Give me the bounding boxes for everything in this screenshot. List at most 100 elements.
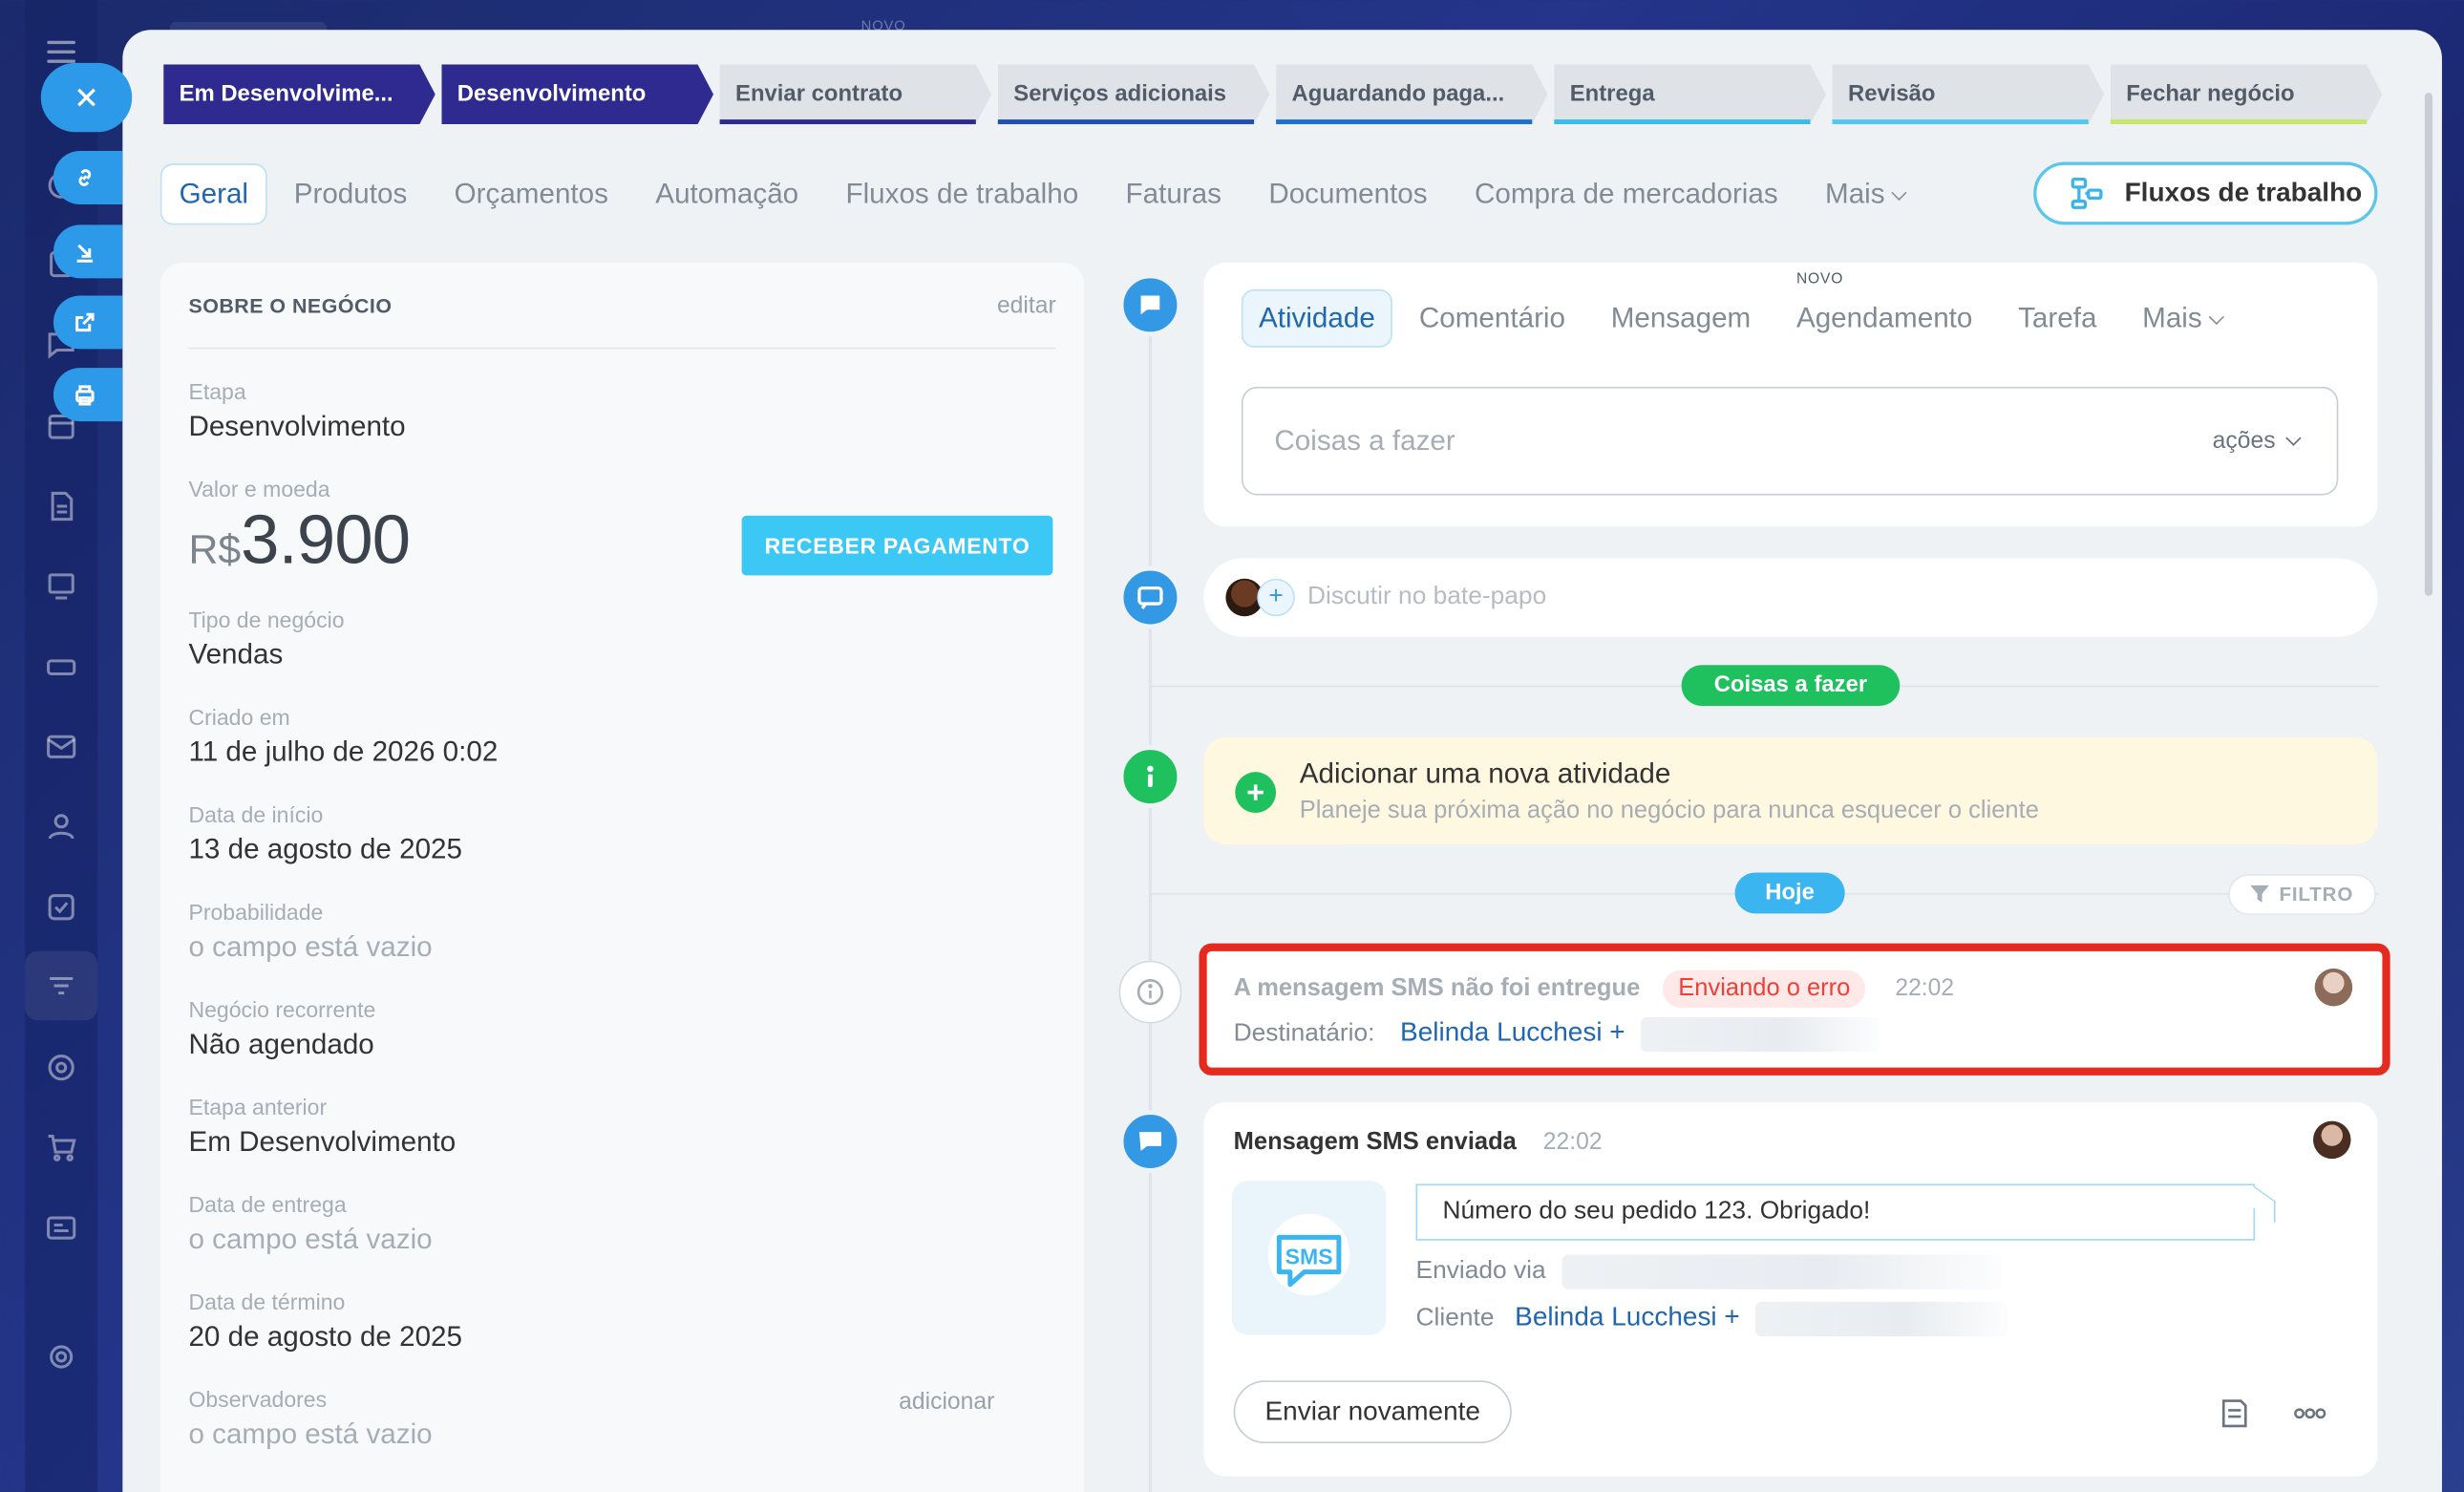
field-value[interactable]: Vendas [188,638,344,671]
receive-payment-button[interactable]: RECEBER PAGAMENTO [741,515,1053,576]
tab-produtos[interactable]: Produtos [294,177,408,210]
todo-input[interactable]: Coisas a fazer ações [1241,386,2339,496]
client-link[interactable]: Belinda Lucchesi + [1515,1302,1740,1333]
stage-item[interactable]: Em Desenvolvime... [163,64,435,124]
field-start: Data de início 13 de agosto de 2025 [188,801,462,865]
field-value[interactable]: 13 de agosto de 2025 [188,833,462,866]
add-observer-link[interactable]: adicionar [899,1388,994,1415]
actions-label: ações [2212,427,2276,455]
recipient-link[interactable]: Belinda Lucchesi + [1400,1017,1625,1049]
tab-fluxos[interactable]: Fluxos de trabalho [846,177,1079,210]
more-icon[interactable] [2293,1396,2327,1439]
sms-error-title: A mensagem SMS não foi entregue [1233,974,1641,1002]
board-icon[interactable] [41,566,82,607]
field-observers: Observadores o campo está vazio [188,1387,432,1451]
plus-icon[interactable] [1235,772,1277,813]
stage-item[interactable]: Serviços adicionais [997,64,1270,125]
sms-message: Número do seu pedido 123. Obrigado! [1415,1183,2256,1241]
sms-sent-title: Mensagem SMS enviada [1233,1128,1517,1156]
contacts-icon[interactable] [41,806,82,847]
tab-automacao[interactable]: Automação [655,177,798,210]
open-new-window-button[interactable] [53,295,123,350]
tab-mais-activity[interactable]: Mais [2142,301,2225,334]
bubble-tail [2253,1185,2276,1224]
field-label: Data de início [188,801,324,827]
mail-icon[interactable] [41,726,82,767]
field-label: Etapa anterior [188,1094,328,1119]
sms-sent-item: Mensagem SMS enviada 22:02 SMS Número do… [1203,1101,2378,1477]
copy-link-button[interactable] [53,151,123,204]
tab-compra[interactable]: Compra de mercadorias [1475,177,1778,210]
tab-mais[interactable]: Mais [1825,177,1908,210]
sms-logo-text: SMS [1285,1244,1333,1268]
info-icon [1118,745,1182,809]
target-icon[interactable] [41,1047,82,1088]
blurred-phone [1640,1016,1880,1053]
workflow-icon [2071,177,2103,209]
stage-item[interactable]: Enviar contrato [719,64,992,125]
stage-item[interactable]: Fechar negócio [2110,64,2383,125]
new-activity-title: Adicionar uma nova atividade [1299,757,1671,790]
field-label: Valor e moeda [188,476,330,502]
edit-link[interactable]: editar [997,292,1056,319]
stage-item[interactable]: Entrega [1554,64,1826,125]
cart-icon[interactable] [41,1127,82,1168]
drive-icon[interactable] [41,647,82,688]
site-icon[interactable] [41,1207,82,1248]
resend-button[interactable]: Enviar novamente [1233,1380,1512,1444]
tab-documentos[interactable]: Documentos [1268,177,1427,210]
checkbox-icon[interactable] [41,886,82,927]
field-value[interactable]: Não agendado [188,1028,375,1061]
tab-agendamento[interactable]: NOVO Agendamento [1796,269,1972,334]
info-circle-icon [1118,960,1182,1024]
field-previous-stage: Etapa anterior Em Desenvolvimento [188,1095,456,1159]
tab-tarefa[interactable]: Tarefa [2018,301,2096,334]
left-navigation [0,0,126,1492]
field-value[interactable]: Desenvolvimento [188,411,405,444]
tab-mais-label: Mais [1825,177,1885,209]
field-label: Data de término [188,1289,346,1315]
actions-dropdown[interactable]: ações [2212,427,2302,455]
stage-item[interactable]: Revisão [1832,64,2105,125]
field-probability: Probabilidade o campo está vazio [188,900,432,964]
sms-error-item[interactable]: A mensagem SMS não foi entregue Enviando… [1199,943,2390,1076]
tab-geral[interactable]: Geral [159,162,267,224]
about-title: SOBRE O NEGÓCIO [188,293,393,318]
add-participant-icon[interactable]: + [1257,578,1295,617]
filter-button[interactable]: FILTRO [2228,874,2376,915]
stage-item[interactable]: Aguardando paga... [1276,64,1548,125]
document-icon[interactable] [41,486,82,527]
field-value[interactable]: Em Desenvolvimento [188,1126,456,1160]
chat-discussion-bar[interactable]: + Discutir no bate-papo [1203,558,2378,637]
tab-mensagem[interactable]: Mensagem [1611,301,1752,334]
activity-editor: Atividade Comentário Mensagem NOVO Agenda… [1203,262,2378,527]
new-activity-card[interactable]: Adicionar uma nova atividade Planeje sua… [1203,736,2378,844]
chat-placeholder: Discutir no bate-papo [1306,583,1547,610]
close-slider-button[interactable] [40,62,133,133]
workflows-button[interactable]: Fluxos de trabalho [2033,161,2378,225]
tab-comentario[interactable]: Comentário [1419,301,1565,334]
field-value[interactable]: 11 de julho de 2026 0:02 [188,735,498,769]
amount-value[interactable]: R$ 3.900 [188,501,411,580]
todo-placeholder: Coisas a fazer [1274,424,1455,457]
deal-tabs: Geral Produtos Orçamentos Automação Flux… [159,162,1953,225]
field-value[interactable]: 20 de agosto de 2025 [188,1321,462,1354]
stage-item[interactable]: Desenvolvimento [441,64,713,124]
menu-icon[interactable] [47,40,75,63]
crm-icon[interactable] [25,950,98,1021]
field-value[interactable]: o campo está vazio [188,930,432,964]
workflows-button-label: Fluxos de trabalho [2124,177,2363,208]
recipient-label: Destinatário: [1233,1020,1375,1048]
print-button[interactable] [53,368,123,422]
timeline-line [1148,305,1153,1492]
field-value[interactable]: o campo está vazio [188,1418,432,1452]
tab-atividade[interactable]: Atividade [1241,288,1392,347]
scrollbar[interactable] [2424,93,2433,596]
settings-icon[interactable] [41,1336,82,1377]
note-icon[interactable] [2218,1396,2252,1439]
minimize-button[interactable] [53,224,123,279]
tab-faturas[interactable]: Faturas [1126,177,1221,210]
field-value[interactable]: o campo está vazio [188,1224,432,1257]
tab-orcamentos[interactable]: Orçamentos [455,177,608,210]
sms-sent-time: 22:02 [1542,1128,1603,1156]
